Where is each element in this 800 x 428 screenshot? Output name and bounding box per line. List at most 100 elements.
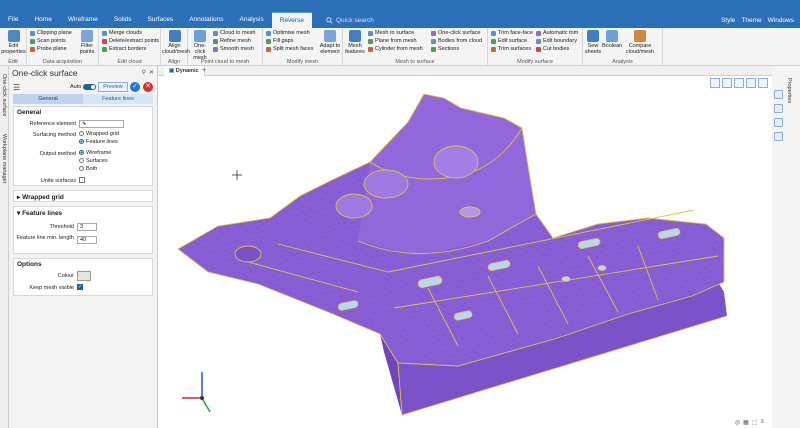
merge-clouds-button[interactable]: Merge clouds (102, 30, 142, 37)
style-menu[interactable]: Style (721, 17, 735, 24)
tab-home[interactable]: Home (26, 12, 59, 28)
view-zoom-icon[interactable] (734, 78, 744, 88)
extract-borders-button[interactable]: Extract borders (102, 46, 146, 53)
scan-points-button[interactable]: Scan points (30, 38, 66, 45)
layers-icon[interactable]: ≡ (760, 419, 764, 426)
filter-points-button[interactable]: Filter points (77, 30, 97, 55)
compare-cloud-mesh-button[interactable]: Compare cloud/mesh (625, 30, 655, 55)
tab-surfaces[interactable]: Surfaces (140, 12, 182, 28)
tab-annotations[interactable]: Annotations (181, 12, 231, 28)
view-fit-icon[interactable] (722, 78, 732, 88)
auto-toggle[interactable] (83, 84, 96, 90)
fill-gaps-button[interactable]: Fill gaps (266, 38, 293, 45)
properties-dock-icon[interactable] (774, 90, 783, 99)
radio-wrapped-grid[interactable]: Wrapped grid (79, 131, 119, 137)
tab-wireframe[interactable]: Wireframe (60, 12, 106, 28)
extract-borders-icon (102, 47, 107, 52)
view-cube-icon[interactable] (710, 78, 720, 88)
adapt-to-element-button[interactable]: Adapt to element (319, 30, 341, 55)
cylinder-from-mesh-button[interactable]: Cylinder from mesh (368, 46, 423, 53)
trim-surfaces-button[interactable]: Trim surfaces (491, 46, 531, 53)
hamburger-menu-icon[interactable]: ☰ (13, 83, 20, 92)
general-section: General Reference element ⬉ Surfacing me… (13, 106, 153, 186)
add-tab-button[interactable]: + (202, 66, 206, 76)
snap-icon[interactable]: ◎ (735, 419, 740, 426)
grid-icon[interactable]: ▦ (743, 419, 749, 426)
trim-face-face-button[interactable]: Trim face-face (491, 30, 533, 37)
plane-from-mesh-button[interactable]: Plane from mesh (368, 38, 417, 45)
ribbon-tabs: File Home Wireframe Solids Surfaces Anno… (0, 12, 800, 28)
dock-tab-one-click-surface[interactable]: One-click surface (1, 74, 7, 117)
view-display-icon[interactable] (758, 78, 768, 88)
tab-solids[interactable]: Solids (106, 12, 140, 28)
tab-feature-lines[interactable]: Feature lines (83, 94, 153, 104)
tab-dynamic[interactable]: ▣ Dynamic (164, 66, 205, 76)
radio-feature-lines[interactable]: Feature lines (79, 139, 118, 145)
clipping-plane-button[interactable]: Clipping plane (30, 30, 72, 37)
smooth-mesh-button[interactable]: Smooth mesh (213, 46, 254, 53)
one-click-surface-button[interactable]: One-click surface (431, 30, 481, 37)
layers-dock-icon[interactable] (774, 104, 783, 113)
keep-mesh-visible-checkbox[interactable]: ✓ (77, 284, 83, 290)
optimise-mesh-button[interactable]: Optimise mesh (266, 30, 310, 37)
trim-surfaces-icon (491, 47, 496, 52)
fill-gaps-icon (266, 39, 271, 44)
theme-menu[interactable]: Theme (741, 17, 761, 24)
min-length-input[interactable]: 40 (77, 236, 97, 244)
ok-button[interactable]: ✓ (130, 82, 140, 92)
radio-both[interactable]: Both (79, 166, 97, 172)
colour-label: Colour (57, 273, 74, 279)
edit-properties-icon (7, 30, 20, 42)
radio-surfaces[interactable]: Surfaces (79, 158, 108, 164)
tab-reverse[interactable]: Reverse (271, 12, 312, 28)
probe-plane-button[interactable]: Probe plane (30, 46, 67, 53)
sections-icon (431, 47, 436, 52)
bodies-from-cloud-button[interactable]: Bodies from cloud (431, 38, 482, 45)
split-mesh-faces-button[interactable]: Split mesh faces (266, 46, 313, 53)
cancel-button[interactable]: ✕ (143, 82, 153, 92)
options-section: Options Colour Keep mesh visible ✓ (13, 258, 153, 296)
edit-surface-button[interactable]: Edit surface (491, 38, 527, 45)
radio-wireframe[interactable]: Wireframe (79, 150, 111, 156)
boolean-button[interactable]: Boolean (602, 30, 622, 49)
tab-general[interactable]: General (13, 94, 83, 104)
preview-button[interactable]: Preview (98, 82, 128, 92)
wrapped-grid-section[interactable]: ▸ Wrapped grid (13, 190, 153, 202)
close-icon[interactable]: ✕ (149, 69, 154, 76)
visibility-dock-icon[interactable] (774, 132, 783, 141)
dock-tab-properties[interactable]: Properties (786, 78, 792, 103)
dock-tab-workplane-manager[interactable]: Workplane manager (1, 134, 7, 183)
threshold-label: Threshold (49, 224, 74, 230)
unite-surfaces-label: Unite surfaces (40, 178, 76, 184)
automatic-trim-button[interactable]: Automatic trim (536, 30, 578, 37)
one-click-mesh-button[interactable]: One-click mesh (189, 30, 211, 61)
colour-swatch[interactable] (77, 271, 91, 281)
delete-extract-points-button[interactable]: Delete/extract points (102, 38, 159, 45)
threshold-input[interactable]: 3 (77, 223, 97, 231)
quick-search[interactable]: Quick search (326, 17, 374, 24)
windows-menu[interactable]: Windows (768, 17, 794, 24)
edit-properties-button[interactable]: Edit properties (1, 30, 26, 55)
sections-button[interactable]: Sections (431, 46, 459, 53)
view-rotate-icon[interactable] (746, 78, 756, 88)
selection-icon[interactable]: ⬚ (752, 419, 758, 426)
sew-sheets-button[interactable]: Sew sheets (584, 30, 602, 55)
cloud-to-mesh-button[interactable]: Cloud to mesh (213, 30, 255, 37)
mesh-features-button[interactable]: Mesh features (344, 30, 366, 55)
edit-boundary-button[interactable]: Edit boundary (536, 38, 577, 45)
tab-file[interactable]: File (0, 12, 26, 28)
pin-icon[interactable]: ⚲ (142, 69, 146, 76)
mesh-model[interactable] (158, 76, 772, 428)
delete-points-icon (102, 39, 107, 44)
unite-surfaces-checkbox[interactable] (79, 177, 85, 183)
align-cloud-mesh-button[interactable]: Align cloud/mesh (162, 30, 190, 55)
surfacing-method-label: Surfacing method (32, 132, 76, 138)
reference-element-field[interactable]: ⬉ (79, 120, 124, 128)
mesh-to-surface-button[interactable]: Mesh to surface (368, 30, 414, 37)
tab-analysis[interactable]: Analysis (232, 12, 272, 28)
panel-tabs: General Feature lines (13, 94, 153, 104)
display-dock-icon[interactable] (774, 118, 783, 127)
cut-bodies-button[interactable]: Cut bodies (536, 46, 569, 53)
3d-viewport[interactable]: ▣ Dynamic + ◎ ▦ ⬚ ≡ (158, 66, 772, 428)
refine-mesh-button[interactable]: Refine mesh (213, 38, 251, 45)
